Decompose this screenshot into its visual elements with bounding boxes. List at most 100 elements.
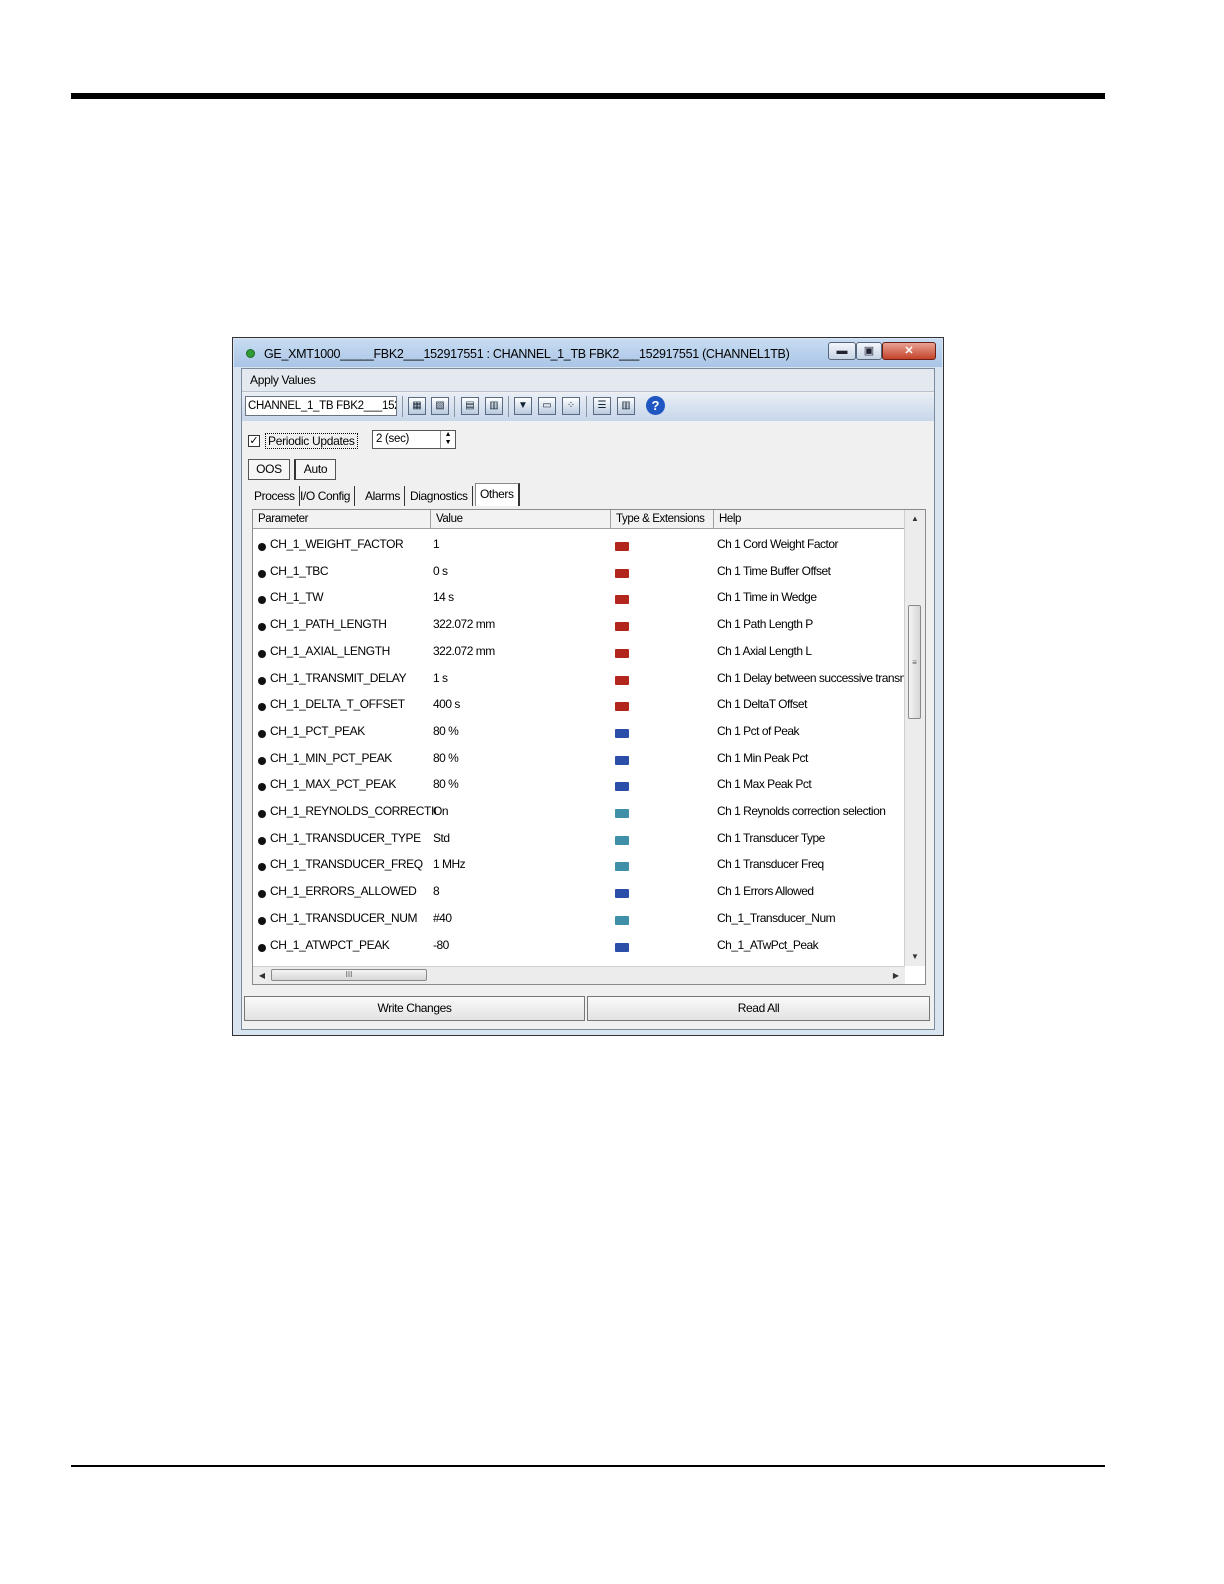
- parameter-value[interactable]: -80: [433, 938, 449, 952]
- parameter-bullet-icon: [258, 569, 266, 578]
- table-row[interactable]: CH_1_TRANSDUCER_TYPE Std Ch 1 Transducer T…: [253, 823, 905, 850]
- download-icon[interactable]: ▼: [514, 397, 532, 415]
- vertical-scroll-thumb[interactable]: ≡: [908, 605, 921, 719]
- help-icon[interactable]: ?: [646, 396, 665, 415]
- parameter-value[interactable]: 1 MHz: [433, 857, 466, 871]
- block-selector[interactable]: CHANNEL_1_TB FBK2___152917551: [245, 396, 397, 416]
- horizontal-scrollbar[interactable]: ◀ III ▶: [253, 966, 905, 984]
- column-header-help[interactable]: Help: [714, 510, 905, 528]
- table-row[interactable]: CH_1_TRANSMIT_DELAY 1 s Ch 1 Delay between…: [253, 663, 905, 690]
- update-interval-spinner[interactable]: 2 (sec) ▲ ▼: [372, 430, 456, 449]
- network-icon[interactable]: ⁘: [562, 397, 580, 415]
- tab-others[interactable]: Others: [475, 483, 520, 506]
- parameter-value[interactable]: Std: [433, 831, 450, 845]
- table-row[interactable]: CH_1_MIN_PCT_PEAK 80 % Ch 1 Min Peak Pct: [253, 743, 905, 770]
- oos-mode-button[interactable]: OOS: [248, 459, 290, 480]
- parameter-value[interactable]: 8: [433, 884, 440, 898]
- table-row[interactable]: CH_1_MAX_PCT_PEAK 80 % Ch 1 Max Peak Pct: [253, 769, 905, 796]
- parameter-name: CH_1_MAX_PCT_PEAK: [270, 777, 396, 792]
- write-changes-button[interactable]: Write Changes: [244, 996, 585, 1021]
- close-icon[interactable]: ✕: [882, 342, 936, 360]
- column-header-value[interactable]: Value: [431, 510, 611, 528]
- grid-header: Parameter Value Type & Extensions Help: [253, 510, 905, 529]
- table-row[interactable]: CH_1_AXIAL_LENGTH 322.072 mm Ch 1 Axial Le…: [253, 636, 905, 663]
- parameter-help: Ch 1 Transducer Freq: [717, 857, 824, 872]
- list-view-icon[interactable]: ☰: [593, 397, 611, 415]
- table-row[interactable]: CH_1_TRANSDUCER_FREQ 1 MHz Ch 1 Transducer…: [253, 849, 905, 876]
- auto-mode-button[interactable]: Auto: [294, 459, 336, 480]
- parameter-value[interactable]: 322.072 mm: [433, 617, 495, 631]
- parameter-type-icon: [615, 889, 629, 899]
- maximize-icon[interactable]: ▣: [856, 342, 882, 360]
- parameter-type-icon: [615, 568, 629, 578]
- table-row[interactable]: CH_1_TW 14 s Ch 1 Time in Wedge: [253, 582, 905, 609]
- parameter-bullet-icon: [258, 623, 266, 632]
- action-bar: Write Changes Read All: [244, 996, 932, 1021]
- parameter-value[interactable]: 0 s: [433, 564, 448, 578]
- parameter-value[interactable]: 1: [433, 537, 440, 551]
- menu-bar: Apply Values: [242, 369, 934, 392]
- table-row[interactable]: CH_1_TRANSDUCER_NUM #40 Ch_1_Transducer_Nu…: [253, 903, 905, 930]
- tab-diagnostics[interactable]: Diagnostics: [406, 486, 473, 506]
- refresh-chart-icon[interactable]: ▧: [431, 397, 449, 415]
- scroll-down-icon[interactable]: ▼: [905, 949, 925, 965]
- tab-io-config[interactable]: I/O Config: [296, 486, 356, 506]
- vertical-scrollbar[interactable]: ▲ ≡ ▼: [904, 510, 925, 966]
- parameter-value[interactable]: 80 %: [433, 777, 459, 791]
- parameter-value[interactable]: 322.072 mm: [433, 644, 495, 658]
- parameter-value[interactable]: 400 s: [433, 697, 460, 711]
- horizontal-scroll-thumb[interactable]: III: [271, 969, 427, 981]
- minimize-icon[interactable]: ▬: [828, 342, 856, 360]
- parameter-value[interactable]: 14 s: [433, 590, 454, 604]
- periodic-updates-label[interactable]: Periodic Updates: [265, 433, 358, 449]
- parameter-type-icon: [615, 728, 629, 738]
- parameter-value[interactable]: 1 s: [433, 671, 448, 685]
- parameter-bullet-icon: [258, 756, 266, 765]
- parameter-value[interactable]: 80 %: [433, 751, 459, 765]
- table-row[interactable]: CH_1_REYNOLDS_CORRECTIO On Ch 1 Reynolds c…: [253, 796, 905, 823]
- apply-values-menu[interactable]: Apply Values: [250, 373, 316, 387]
- scroll-right-icon[interactable]: ▶: [888, 967, 904, 984]
- table-row[interactable]: CH_1_ATWPCT_PEAK -80 Ch_1_ATwPct_Peak: [253, 930, 905, 957]
- parameter-bullet-icon: [258, 810, 266, 818]
- parameter-name: CH_1_WEIGHT_FACTOR: [270, 537, 404, 551]
- parameter-type-icon: [615, 755, 629, 765]
- parameter-bullet-icon: [258, 943, 266, 952]
- title-bar[interactable]: GE_XMT1000_____FBK2___152917551 : CHANNE…: [234, 339, 942, 367]
- toolbar-separator: [508, 396, 509, 417]
- parameter-name: CH_1_DELTA_T_OFFSET: [270, 697, 405, 712]
- parameter-name: CH_1_TBC: [270, 563, 329, 578]
- parameter-value[interactable]: On: [433, 804, 449, 818]
- table-row[interactable]: CH_1_ERRORS_ALLOWED 8 Ch 1 Errors Allowed: [253, 876, 905, 903]
- scroll-up-icon[interactable]: ▲: [905, 511, 925, 527]
- table-row[interactable]: CH_1_DELTA_T_OFFSET 400 s Ch 1 DeltaT Offs…: [253, 689, 905, 716]
- parameter-type-icon: [615, 782, 629, 792]
- window-content: Apply Values CHANNEL_1_TB FBK2___1529175…: [241, 368, 935, 1030]
- tab-process[interactable]: Process: [250, 486, 300, 506]
- table-row[interactable]: CH_1_PATH_LENGTH 322.072 mm Ch 1 Path Leng…: [253, 609, 905, 636]
- parameter-value[interactable]: #40: [433, 911, 452, 925]
- scroll-left-icon[interactable]: ◀: [254, 967, 270, 984]
- chart-icon[interactable]: ▦: [408, 397, 426, 415]
- table-row[interactable]: CH_1_PCT_PEAK 80 % Ch 1 Pct of Peak: [253, 716, 905, 743]
- table-row[interactable]: CH_1_TBC 0 s Ch 1 Time Buffer Offset: [253, 556, 905, 583]
- parameter-value[interactable]: 80 %: [433, 724, 459, 738]
- parameter-help: Ch 1 Reynolds correction selection: [717, 804, 886, 818]
- parameter-type-icon: [615, 702, 629, 712]
- column-header-parameter[interactable]: Parameter: [253, 510, 431, 528]
- table-row[interactable]: CH_1_WEIGHT_FACTOR 1 Ch 1 Cord Weight Fact…: [253, 529, 905, 556]
- parameter-help: Ch 1 Max Peak Pct: [717, 777, 812, 792]
- columns-view-icon[interactable]: ▥: [617, 397, 635, 415]
- compare-icon[interactable]: ▥: [485, 397, 503, 415]
- read-all-button[interactable]: Read All: [587, 996, 930, 1021]
- spinner-arrows-icon[interactable]: ▲ ▼: [440, 431, 455, 448]
- periodic-updates-checkbox[interactable]: ✓: [248, 435, 260, 447]
- parameter-type-icon: [615, 622, 629, 632]
- parameter-help: Ch 1 Cord Weight Factor: [717, 537, 839, 551]
- column-header-type[interactable]: Type & Extensions: [611, 510, 714, 528]
- tab-alarms[interactable]: Alarms: [361, 486, 405, 506]
- parameter-help: Ch 1 Min Peak Pct: [717, 750, 808, 765]
- parameter-help: Ch 1 Time Buffer Offset: [717, 563, 831, 578]
- monitor-icon[interactable]: ▭: [538, 397, 556, 415]
- device-icon[interactable]: ▤: [461, 397, 479, 415]
